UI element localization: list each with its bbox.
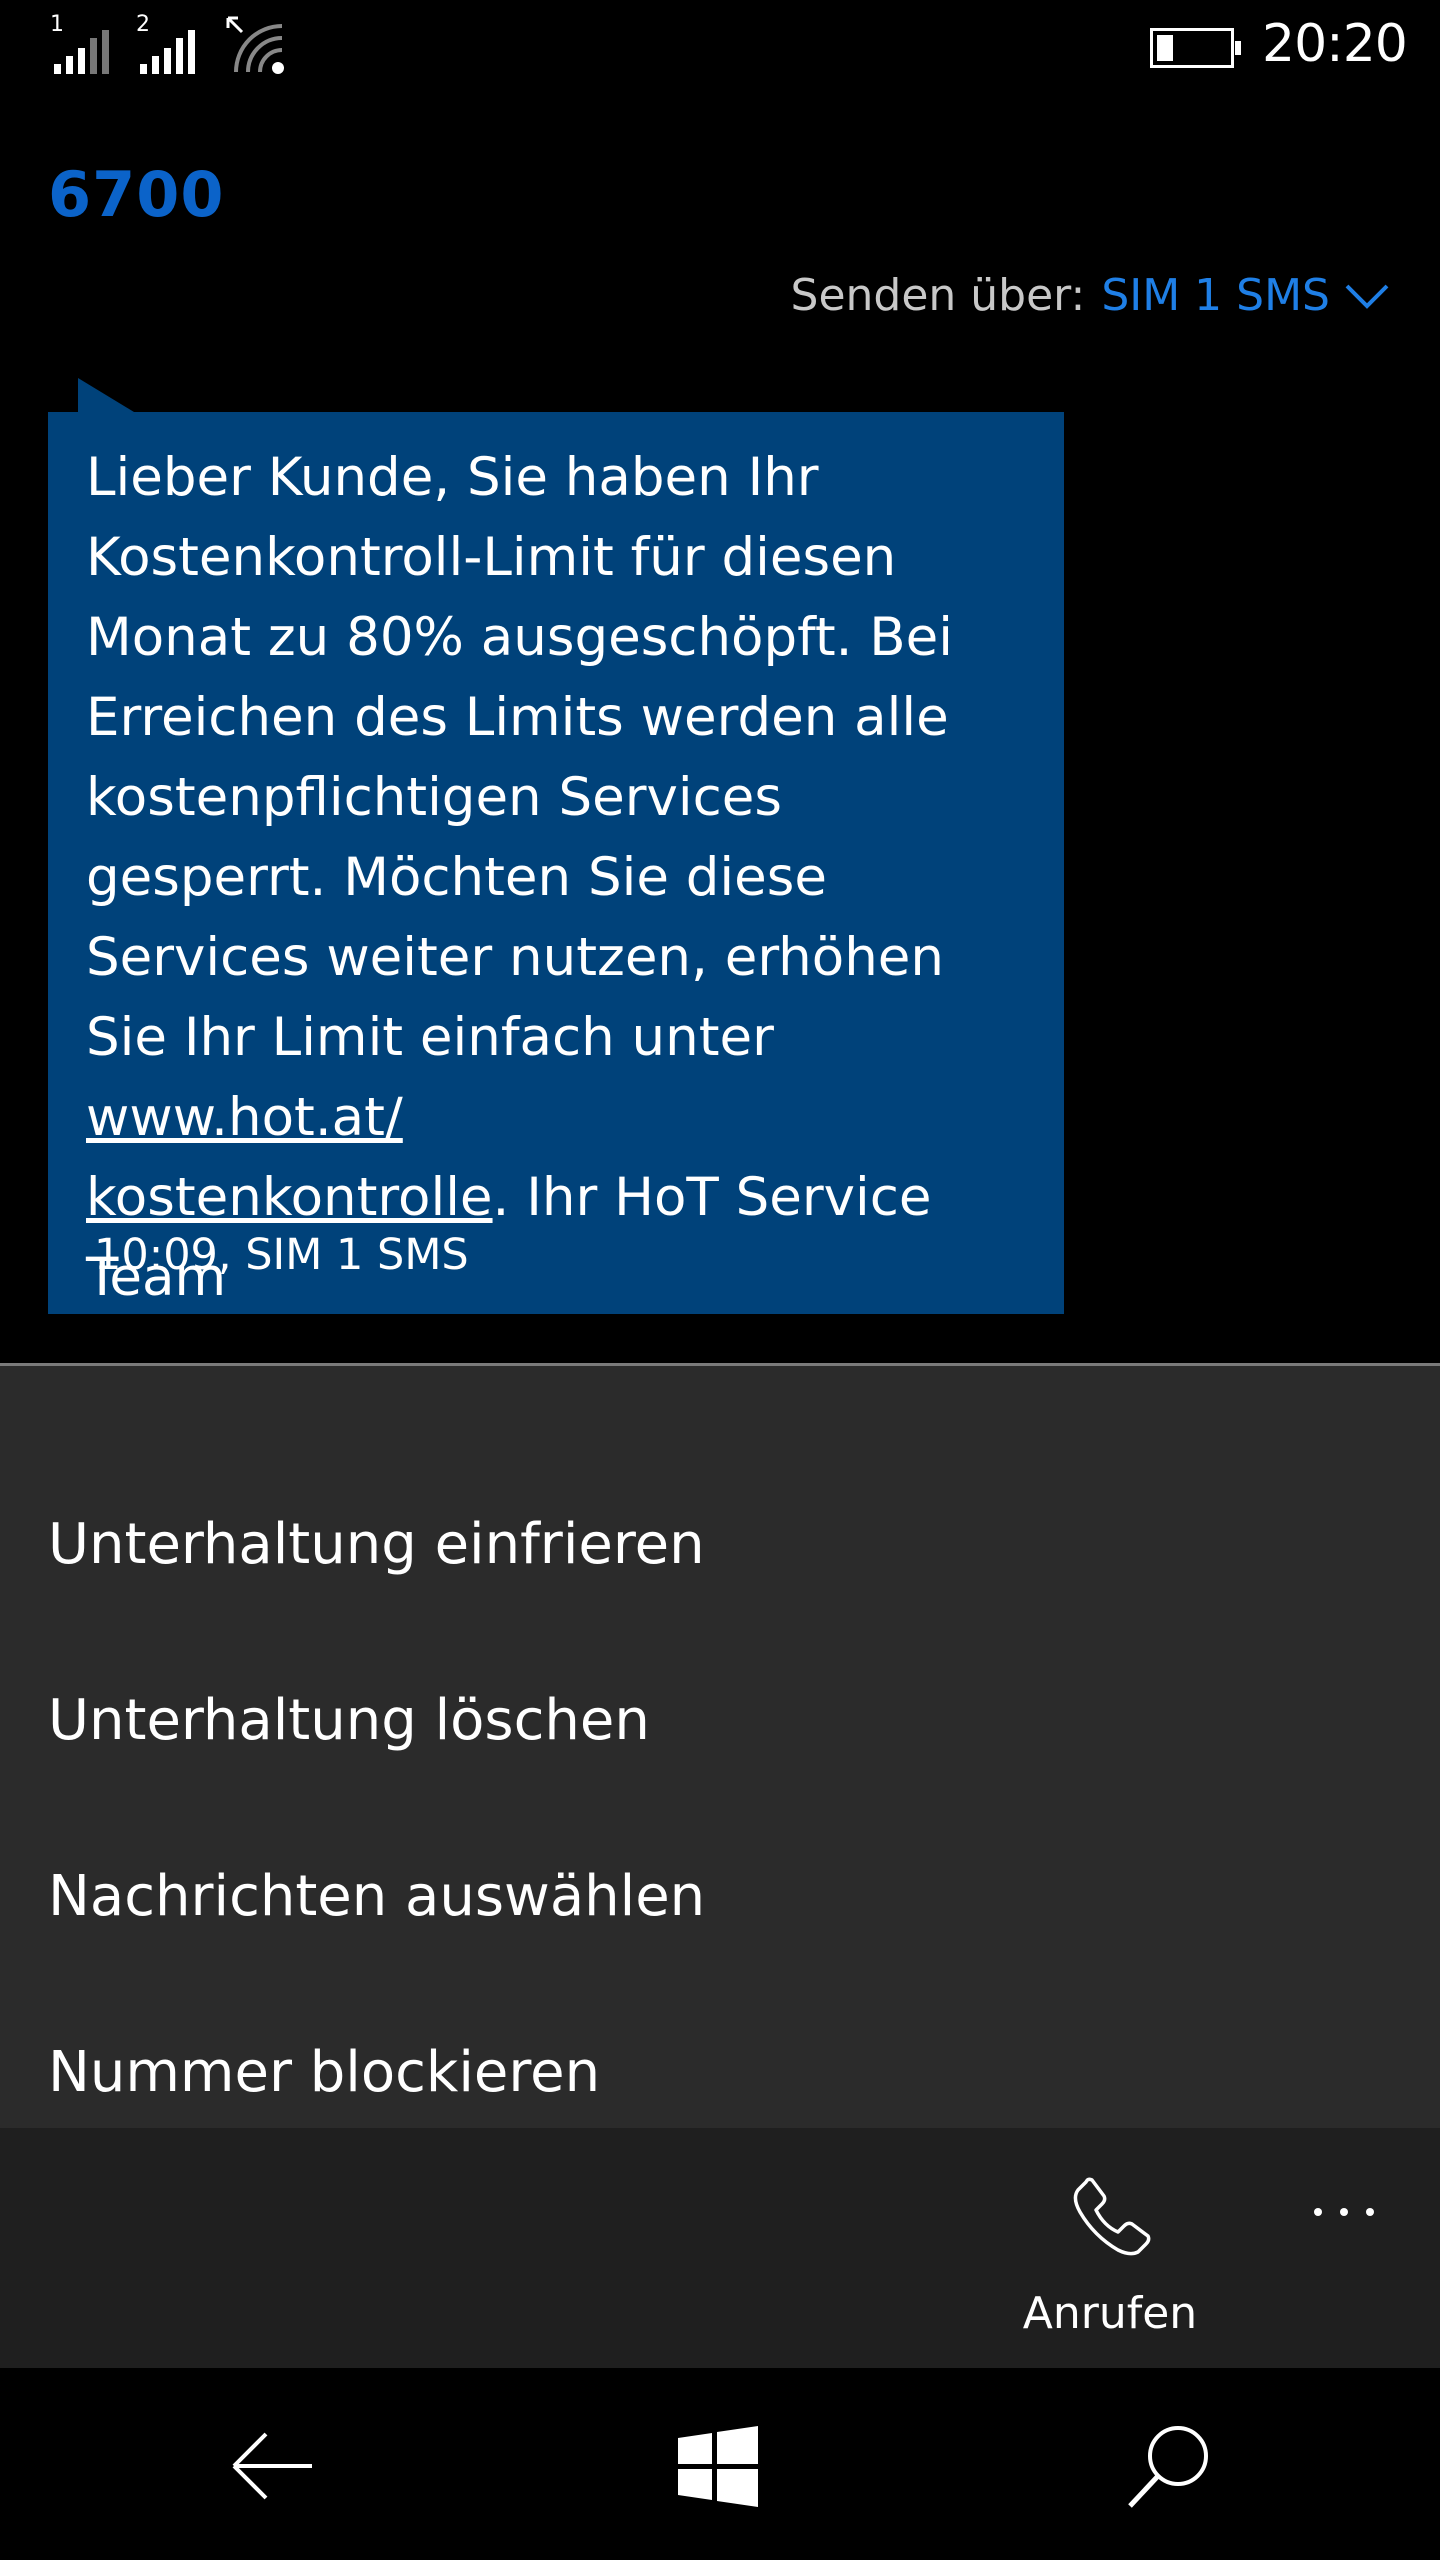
conversation-title: 6700	[48, 158, 225, 231]
menu-item-freeze-conversation[interactable]: Unterhaltung einfrieren	[48, 1484, 1348, 1604]
battery-icon	[1150, 28, 1241, 68]
wifi-icon	[226, 16, 284, 74]
call-button-label: Anrufen	[1022, 2288, 1198, 2339]
call-button[interactable]: Anrufen	[1000, 2128, 1220, 2368]
nav-bar	[0, 2368, 1440, 2560]
menu-item-block-number[interactable]: Nummer blockieren	[48, 2012, 1348, 2132]
app-bar: Anrufen	[0, 2128, 1440, 2368]
message-text-part: Lieber Kunde, Sie haben Ihr Kostenkontro…	[86, 447, 970, 1068]
message-bubble[interactable]: Lieber Kunde, Sie haben Ihr Kostenkontro…	[48, 412, 1064, 1314]
battery-level	[1157, 35, 1173, 61]
menu-item-delete-conversation[interactable]: Unterhaltung löschen	[48, 1660, 1348, 1780]
context-menu: Unterhaltung einfrieren Unterhaltung lös…	[0, 1366, 1440, 2128]
more-icon[interactable]	[1290, 2168, 1400, 2258]
search-icon[interactable]	[1120, 2416, 1220, 2516]
clock: 20:20	[1262, 14, 1408, 74]
back-arrow-icon[interactable]	[222, 2416, 322, 2516]
send-via-label: Senden über:	[790, 270, 1086, 321]
windows-start-icon[interactable]	[668, 2416, 768, 2516]
bubble-tail	[78, 378, 134, 412]
send-via-selector[interactable]: Senden über: SIM 1 SMS	[791, 270, 1390, 321]
status-bar: 1 2 20:20	[0, 0, 1440, 96]
chevron-down-icon[interactable]	[1344, 282, 1390, 310]
message-meta: 10:09, SIM 1 SMS	[94, 1230, 469, 1280]
message-text: Lieber Kunde, Sie haben Ihr Kostenkontro…	[86, 438, 1026, 1318]
message-link[interactable]: www.hot.at/ kostenkontrolle	[86, 1087, 493, 1228]
phone-icon	[1073, 2177, 1151, 2256]
send-via-value[interactable]: SIM 1 SMS	[1101, 270, 1330, 321]
menu-item-select-messages[interactable]: Nachrichten auswählen	[48, 1836, 1348, 1956]
